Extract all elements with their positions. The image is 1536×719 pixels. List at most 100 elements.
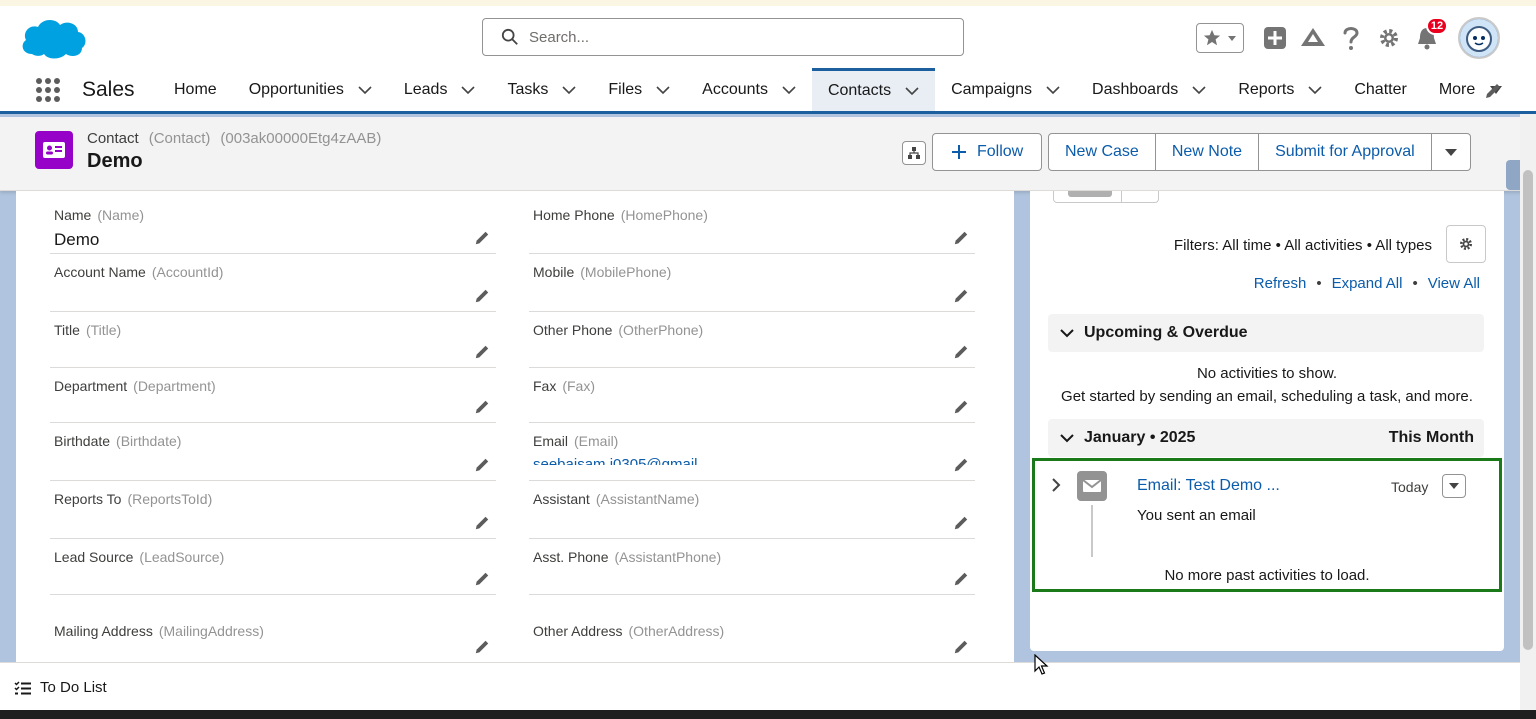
setup-button[interactable] bbox=[1376, 25, 1402, 51]
user-avatar[interactable] bbox=[1458, 17, 1500, 59]
field-api-name: (AssistantName) bbox=[595, 491, 700, 507]
new-note-button[interactable]: New Note bbox=[1155, 133, 1260, 171]
follow-button[interactable]: Follow bbox=[932, 133, 1043, 171]
pencil-icon[interactable] bbox=[474, 457, 490, 473]
item-menu-button[interactable] bbox=[1442, 474, 1466, 498]
nav-tab-campaigns[interactable]: Campaigns bbox=[935, 68, 1076, 111]
chevron-down-icon[interactable] bbox=[656, 83, 670, 97]
activity-filter-button[interactable] bbox=[1446, 225, 1486, 263]
chevron-down-icon[interactable] bbox=[562, 83, 576, 97]
pencil-icon[interactable] bbox=[474, 230, 490, 246]
nav-tab-chatter[interactable]: Chatter bbox=[1338, 68, 1422, 111]
view-all-link[interactable]: View All bbox=[1428, 275, 1480, 292]
nav-tab-label: Opportunities bbox=[248, 80, 344, 98]
field-assistantphone: Asst. Phone (AssistantPhone) bbox=[529, 539, 975, 595]
chevron-down-icon[interactable] bbox=[782, 83, 796, 97]
pencil-icon[interactable] bbox=[953, 639, 969, 655]
nav-tab-label: Chatter bbox=[1354, 80, 1407, 98]
edit-nav-button[interactable] bbox=[1484, 82, 1502, 105]
pencil-icon[interactable] bbox=[953, 399, 969, 415]
nav-tab-contacts[interactable]: Contacts bbox=[811, 68, 936, 111]
header-icons: 12 bbox=[1196, 16, 1500, 60]
field-api-name: (Email) bbox=[574, 433, 619, 449]
field-value[interactable]: seebaisam.i0305@gmail bbox=[533, 457, 697, 465]
nav-tab-more[interactable]: More bbox=[1423, 68, 1519, 111]
page-scrollbar[interactable] bbox=[1520, 114, 1536, 710]
nav-tab-opportunities[interactable]: Opportunities bbox=[233, 68, 388, 111]
mouse-cursor bbox=[1034, 653, 1050, 681]
pencil-icon[interactable] bbox=[474, 571, 490, 587]
nav-tab-leads[interactable]: Leads bbox=[388, 68, 492, 111]
field-label-text: Assistant bbox=[533, 491, 590, 507]
global-search-input[interactable]: Search... bbox=[482, 18, 964, 56]
chevron-down-icon[interactable] bbox=[1046, 83, 1060, 97]
chevron-down-icon[interactable] bbox=[1192, 83, 1206, 97]
pencil-icon[interactable] bbox=[474, 399, 490, 415]
app-navigation-bar: Sales Home Opportunities Leads Tasks Files Ac… bbox=[0, 68, 1536, 114]
email-subject-link[interactable]: Email: Test Demo ... bbox=[1137, 477, 1280, 495]
field-label: Lead Source (LeadSource) bbox=[54, 549, 224, 565]
pencil-icon[interactable] bbox=[953, 230, 969, 246]
field-label: Home Phone (HomePhone) bbox=[533, 207, 708, 223]
field-label-text: Lead Source bbox=[54, 549, 134, 565]
global-actions-button[interactable] bbox=[1262, 25, 1288, 51]
pencil-icon[interactable] bbox=[953, 515, 969, 531]
nav-tab-files[interactable]: Files bbox=[592, 68, 686, 111]
pencil-icon[interactable] bbox=[474, 344, 490, 360]
chevron-down-icon[interactable] bbox=[358, 83, 372, 97]
chevron-down-icon[interactable] bbox=[905, 84, 919, 98]
refresh-link[interactable]: Refresh bbox=[1254, 275, 1307, 292]
chevron-down-icon[interactable] bbox=[461, 83, 476, 97]
chevron-down-icon[interactable] bbox=[1308, 83, 1322, 97]
field-label-text: Fax bbox=[533, 378, 557, 394]
nav-tab-dashboards[interactable]: Dashboards bbox=[1076, 68, 1222, 111]
upcoming-overdue-header[interactable]: Upcoming & Overdue bbox=[1048, 314, 1484, 352]
expand-item-button[interactable] bbox=[1051, 477, 1061, 498]
star-icon bbox=[1203, 29, 1221, 46]
favorites-button[interactable] bbox=[1196, 23, 1244, 53]
field-accountid: Account Name (AccountId) bbox=[50, 254, 496, 312]
scrollbar-thumb[interactable] bbox=[1523, 170, 1533, 650]
pencil-icon[interactable] bbox=[474, 515, 490, 531]
email-icon bbox=[1077, 471, 1107, 501]
chevron-right-icon bbox=[1052, 478, 1061, 492]
salesforce-cloud-logo[interactable] bbox=[18, 14, 90, 64]
pencil-icon[interactable] bbox=[474, 639, 490, 655]
notifications-button[interactable]: 12 bbox=[1414, 17, 1448, 51]
timeline-line bbox=[1091, 505, 1093, 557]
nav-tab-home[interactable]: Home bbox=[158, 68, 233, 111]
field-label: Assistant (AssistantName) bbox=[533, 491, 699, 507]
nav-tab-reports[interactable]: Reports bbox=[1222, 68, 1338, 111]
side-panel-tab[interactable] bbox=[1506, 160, 1520, 190]
field-label-text: Name bbox=[54, 207, 92, 223]
hierarchy-button[interactable] bbox=[902, 141, 926, 165]
pencil-icon[interactable] bbox=[953, 344, 969, 360]
contact-icon bbox=[35, 131, 73, 169]
pencil-icon[interactable] bbox=[953, 571, 969, 587]
todo-list-label: To Do List bbox=[40, 679, 107, 696]
todo-list-button[interactable]: To Do List bbox=[14, 679, 107, 696]
this-month-label: This Month bbox=[1388, 429, 1474, 446]
pencil-icon[interactable] bbox=[953, 288, 969, 304]
more-actions-button[interactable] bbox=[1431, 133, 1471, 171]
field-mobilephone: Mobile (MobilePhone) bbox=[529, 254, 975, 312]
nav-tab-accounts[interactable]: Accounts bbox=[686, 68, 812, 111]
submit-for-approval-button[interactable]: Submit for Approval bbox=[1259, 133, 1432, 171]
trailhead-button[interactable] bbox=[1300, 25, 1326, 51]
email-date: Today bbox=[1391, 479, 1429, 495]
app-launcher-icon[interactable] bbox=[36, 78, 60, 102]
nav-tab-label: Contacts bbox=[827, 82, 892, 99]
new-case-button[interactable]: New Case bbox=[1048, 133, 1156, 171]
trailhead-icon bbox=[1301, 28, 1325, 46]
pencil-icon[interactable] bbox=[953, 457, 969, 473]
field-email: Email (Email) seebaisam.i0305@gmail bbox=[529, 423, 975, 481]
follow-label: Follow bbox=[977, 143, 1024, 160]
object-api-name: (Contact) bbox=[148, 130, 211, 147]
field-leadsource: Lead Source (LeadSource) bbox=[50, 539, 496, 595]
expand-all-link[interactable]: Expand All bbox=[1332, 275, 1403, 292]
month-header[interactable]: January • 2025 This Month bbox=[1048, 419, 1484, 457]
pencil-icon[interactable] bbox=[474, 288, 490, 304]
nav-tab-tasks[interactable]: Tasks bbox=[491, 68, 592, 111]
field-label: Other Phone (OtherPhone) bbox=[533, 322, 703, 338]
help-button[interactable] bbox=[1338, 25, 1364, 51]
